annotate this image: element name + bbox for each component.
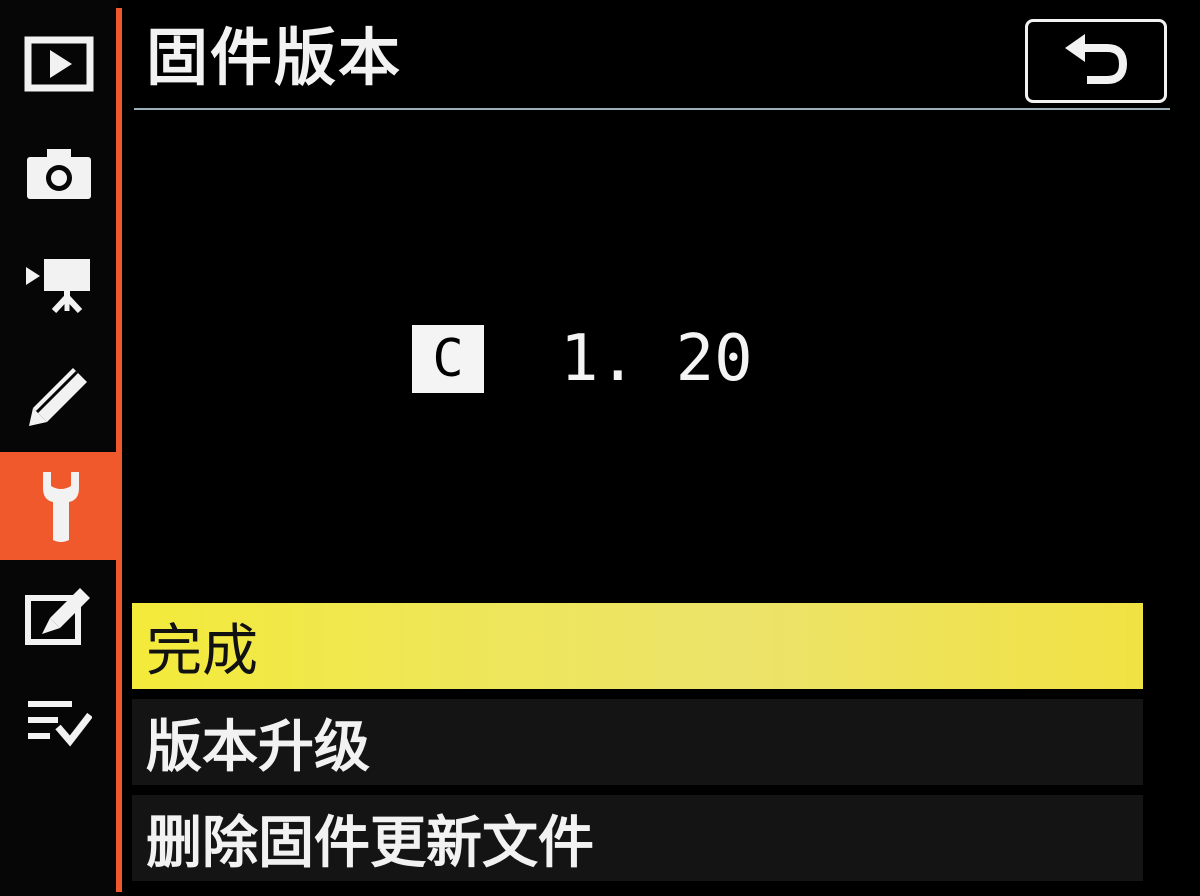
sidebar-item-playback[interactable] xyxy=(0,10,118,118)
sidebar-item-retouch[interactable] xyxy=(0,562,118,670)
menu-item-label: 版本升级 xyxy=(146,714,370,780)
return-arrow-icon xyxy=(1065,34,1128,84)
menu-item-label: 删除固件更新文件 xyxy=(146,810,594,876)
retouch-icon xyxy=(25,588,90,645)
sidebar xyxy=(0,0,122,896)
camera-icon xyxy=(27,149,91,199)
firmware-version-row: C 1. 20 xyxy=(412,322,753,396)
sidebar-item-movie[interactable] xyxy=(0,230,118,338)
menu-item-label: 完成 xyxy=(146,618,258,684)
sidebar-accent-line xyxy=(116,8,122,892)
header-divider xyxy=(134,108,1170,110)
page-title: 固件版本 xyxy=(146,21,403,94)
playback-icon xyxy=(24,36,94,92)
my-menu-icon xyxy=(28,701,92,747)
sidebar-item-my-menu[interactable] xyxy=(0,668,118,776)
firmware-badge: C xyxy=(412,325,484,393)
sidebar-item-photo[interactable] xyxy=(0,120,118,228)
sidebar-item-setup[interactable] xyxy=(0,452,122,560)
pencil-icon xyxy=(29,368,87,426)
sidebar-item-custom[interactable] xyxy=(0,342,118,450)
menu-item-done[interactable]: 完成 xyxy=(132,603,1143,689)
firmware-version: 1. 20 xyxy=(560,322,753,396)
menu-item-delete-update-file[interactable]: 删除固件更新文件 xyxy=(132,795,1143,881)
back-button[interactable] xyxy=(1025,19,1167,103)
menu-item-update[interactable]: 版本升级 xyxy=(132,699,1143,785)
wrench-icon xyxy=(43,472,79,542)
movie-camera-icon xyxy=(26,259,90,313)
